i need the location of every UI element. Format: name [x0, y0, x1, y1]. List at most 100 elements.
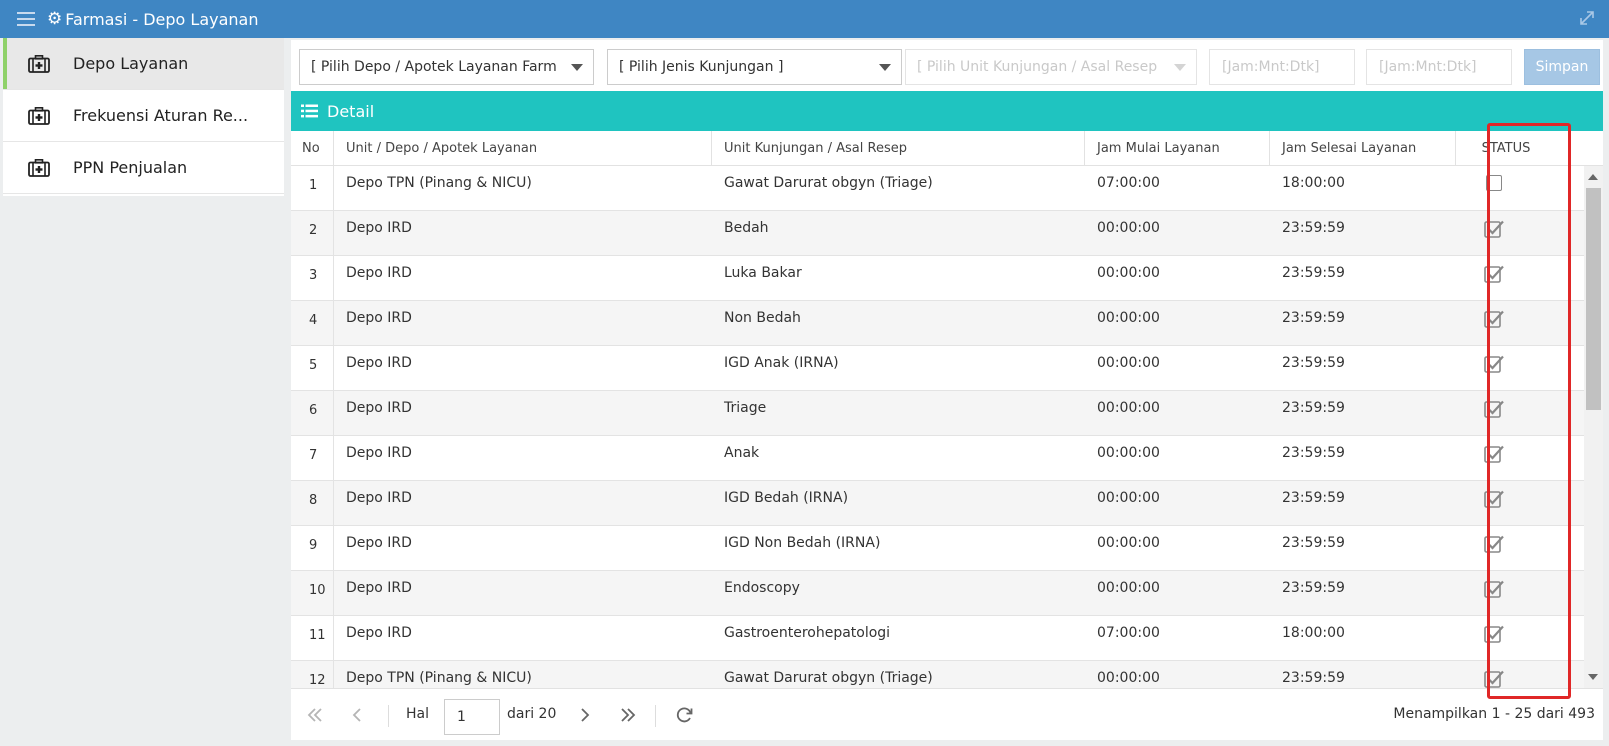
header-no[interactable]: No	[291, 131, 334, 166]
first-page-icon[interactable]	[305, 706, 325, 724]
pager-divider	[388, 705, 389, 727]
unit-kunjungan-select[interactable]: [ Pilih Unit Kunjungan / Asal Resep ]	[905, 49, 1197, 85]
checkbox-checked-icon[interactable]	[1484, 489, 1506, 509]
cell-status	[1455, 346, 1531, 391]
table-row[interactable]: 6 Depo IRD Triage 00:00:00 23:59:59	[291, 391, 1584, 436]
checkbox-checked-icon[interactable]	[1484, 399, 1506, 419]
cell-no: 12	[291, 661, 334, 688]
cell-depo: Depo IRD	[346, 580, 412, 596]
last-page-icon[interactable]	[618, 706, 638, 724]
header-unit[interactable]: Unit Kunjungan / Asal Resep	[712, 131, 1085, 166]
save-button[interactable]: Simpan	[1524, 49, 1600, 85]
sidebar-item-depo-layanan[interactable]: Depo Layanan	[3, 38, 284, 90]
depo-layanan-grid: No Unit / Depo / Apotek Layanan Unit Kun…	[291, 131, 1603, 688]
depo-select[interactable]: [ Pilih Depo / Apotek Layanan Farmasi ]	[299, 49, 594, 85]
checkbox-checked-icon[interactable]	[1484, 264, 1506, 284]
jam-selesai-input[interactable]	[1366, 49, 1512, 85]
hamburger-menu-icon[interactable]	[17, 12, 35, 26]
chevron-down-icon[interactable]	[571, 64, 583, 71]
cell-no: 6	[291, 391, 334, 436]
refresh-icon[interactable]	[675, 706, 695, 724]
cell-jam-mulai: 00:00:00	[1097, 220, 1160, 236]
cell-no: 9	[291, 526, 334, 571]
scroll-up-icon[interactable]	[1588, 174, 1598, 180]
header-status[interactable]: STATUS	[1456, 131, 1556, 166]
cell-jam-mulai: 00:00:00	[1097, 400, 1160, 416]
grid-body: 1 Depo TPN (Pinang & NICU) Gawat Darurat o…	[291, 166, 1584, 688]
checkbox-checked-icon[interactable]	[1484, 534, 1506, 554]
table-row[interactable]: 2 Depo IRD Bedah 00:00:00 23:59:59	[291, 211, 1584, 256]
scroll-thumb[interactable]	[1586, 188, 1601, 410]
prev-page-icon[interactable]	[347, 706, 367, 724]
cell-no: 8	[291, 481, 334, 526]
table-row[interactable]: 12 Depo TPN (Pinang & NICU) Gawat Darurat …	[291, 661, 1584, 688]
cell-depo: Depo IRD	[346, 490, 412, 506]
cell-unit: IGD Anak (IRNA)	[724, 355, 839, 371]
scroll-down-icon[interactable]	[1588, 674, 1598, 680]
cell-status	[1455, 166, 1531, 211]
table-row[interactable]: 9 Depo IRD IGD Non Bedah (IRNA) 00:00:00 23:…	[291, 526, 1584, 571]
checkbox-checked-icon[interactable]	[1484, 354, 1506, 374]
cell-jam-mulai: 00:00:00	[1097, 355, 1160, 371]
list-icon	[301, 104, 318, 118]
cell-jam-mulai: 00:00:00	[1097, 310, 1160, 326]
header-jam-selesai[interactable]: Jam Selesai Layanan	[1270, 131, 1456, 166]
cell-status	[1455, 616, 1531, 661]
cell-status	[1455, 391, 1531, 436]
checkbox-checked-icon[interactable]	[1484, 444, 1506, 464]
table-row[interactable]: 7 Depo IRD Anak 00:00:00 23:59:59	[291, 436, 1584, 481]
table-row[interactable]: 11 Depo IRD Gastroenterohepatologi 07:00:00…	[291, 616, 1584, 661]
checkbox-unchecked-icon[interactable]	[1486, 175, 1502, 191]
cell-jam-selesai: 23:59:59	[1282, 310, 1345, 326]
cell-depo: Depo IRD	[346, 355, 412, 371]
cell-jam-mulai: 00:00:00	[1097, 445, 1160, 461]
cell-depo: Depo IRD	[346, 535, 412, 551]
chevron-down-icon[interactable]	[879, 64, 891, 71]
table-row[interactable]: 4 Depo IRD Non Bedah 00:00:00 23:59:59	[291, 301, 1584, 346]
expand-icon[interactable]	[1579, 10, 1595, 26]
cell-no: 7	[291, 436, 334, 481]
checkbox-checked-icon[interactable]	[1484, 579, 1506, 599]
jam-mulai-input[interactable]	[1209, 49, 1355, 85]
cell-status	[1455, 436, 1531, 481]
cell-jam-mulai: 07:00:00	[1097, 175, 1160, 191]
cell-unit: Gastroenterohepatologi	[724, 625, 891, 641]
sidebar-item-frekuensi-aturan[interactable]: Frekuensi Aturan Re...	[3, 90, 284, 142]
cell-jam-mulai: 00:00:00	[1097, 535, 1160, 551]
cell-status	[1455, 211, 1531, 256]
table-row[interactable]: 1 Depo TPN (Pinang & NICU) Gawat Darurat o…	[291, 166, 1584, 211]
table-row[interactable]: 5 Depo IRD IGD Anak (IRNA) 00:00:00 23:59:59	[291, 346, 1584, 391]
header-jam-mulai[interactable]: Jam Mulai Layanan	[1085, 131, 1270, 166]
checkbox-checked-icon[interactable]	[1484, 309, 1506, 329]
sidebar: Depo Layanan Frekuensi Aturan Re... PPN …	[3, 38, 284, 196]
checkbox-checked-icon[interactable]	[1484, 669, 1506, 688]
table-row[interactable]: 3 Depo IRD Luka Bakar 00:00:00 23:59:59	[291, 256, 1584, 301]
cell-status	[1455, 526, 1531, 571]
app-titlebar: ⚙ Farmasi - Depo Layanan	[0, 0, 1609, 38]
cell-no: 5	[291, 346, 334, 391]
medkit-icon	[28, 158, 50, 177]
cell-no: 4	[291, 301, 334, 346]
sidebar-item-ppn-penjualan[interactable]: PPN Penjualan	[3, 142, 284, 194]
cell-unit: Non Bedah	[724, 310, 801, 326]
vertical-scrollbar[interactable]	[1584, 166, 1603, 688]
cell-status	[1455, 301, 1531, 346]
cell-jam-selesai: 23:59:59	[1282, 670, 1345, 686]
cell-unit: Anak	[724, 445, 760, 461]
header-depo[interactable]: Unit / Depo / Apotek Layanan	[334, 131, 712, 166]
medkit-icon	[28, 54, 50, 73]
page-number-input[interactable]	[444, 699, 500, 735]
sidebar-item-label: PPN Penjualan	[73, 158, 188, 177]
cell-jam-selesai: 23:59:59	[1282, 220, 1345, 236]
cell-depo: Depo IRD	[346, 265, 412, 281]
jenis-kunjungan-select[interactable]: [ Pilih Jenis Kunjungan ]	[607, 49, 902, 85]
checkbox-checked-icon[interactable]	[1484, 219, 1506, 239]
cell-jam-selesai: 18:00:00	[1282, 625, 1345, 641]
table-row[interactable]: 8 Depo IRD IGD Bedah (IRNA) 00:00:00 23:59:5…	[291, 481, 1584, 526]
chevron-down-icon[interactable]	[1174, 64, 1186, 71]
next-page-icon[interactable]	[575, 706, 595, 724]
pagination-bar: Hal dari 20 Menampilkan 1 - 25 dari 493	[291, 688, 1603, 740]
table-row[interactable]: 10 Depo IRD Endoscopy 00:00:00 23:59:59	[291, 571, 1584, 616]
app-title: Farmasi - Depo Layanan	[65, 9, 259, 29]
checkbox-checked-icon[interactable]	[1484, 624, 1506, 644]
